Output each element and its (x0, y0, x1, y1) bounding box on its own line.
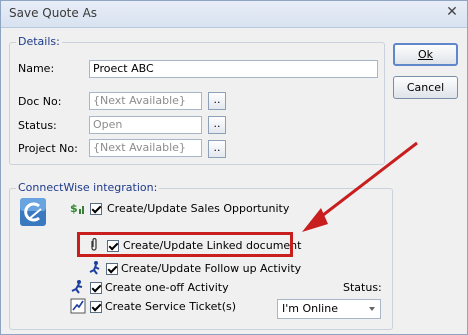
dollar-icon: $ (70, 202, 84, 215)
doc-no-input[interactable]: {Next Available} (89, 92, 202, 110)
service-ticket-checkbox[interactable] (90, 301, 102, 313)
close-icon[interactable]: ✕ (445, 5, 459, 19)
project-no-input[interactable]: {Next Available} (89, 139, 202, 157)
follow-up-activity-label[interactable]: Create/Update Follow up Activity (121, 262, 301, 275)
sales-opportunity-label[interactable]: Create/Update Sales Opportunity (107, 202, 289, 215)
project-no-browse-button[interactable]: .. (208, 140, 226, 158)
ok-button[interactable]: Ok (393, 43, 458, 66)
svg-text:$: $ (70, 202, 78, 215)
status-label: Status: (18, 119, 57, 132)
name-label: Name: (18, 62, 55, 75)
ticket-status-value: I'm Online (282, 302, 338, 315)
details-legend: Details: (16, 35, 62, 48)
service-ticket-label[interactable]: Create Service Ticket(s) (105, 300, 236, 313)
connectwise-logo-icon (20, 198, 46, 226)
ticket-graph-icon (70, 298, 86, 314)
project-no-label: Project No: (18, 142, 78, 155)
activity-icon (89, 261, 100, 275)
one-off-activity-label[interactable]: Create one-off Activity (105, 281, 229, 294)
follow-up-activity-checkbox[interactable] (106, 263, 118, 275)
title-bar[interactable]: Save Quote As ✕ (1, 1, 467, 28)
annotation-highlight-box (77, 232, 293, 257)
name-input[interactable]: Proect ABC (89, 60, 378, 78)
chevron-down-icon (369, 307, 375, 311)
cancel-button[interactable]: Cancel (393, 76, 458, 99)
sales-opportunity-checkbox[interactable] (90, 203, 102, 215)
ticket-status-select[interactable]: I'm Online (277, 299, 381, 319)
status-browse-button[interactable]: .. (208, 116, 226, 134)
doc-no-browse-button[interactable]: .. (208, 92, 226, 110)
running-person-icon (71, 280, 83, 294)
connectwise-legend: ConnectWise integration: (16, 181, 160, 194)
doc-no-label: Doc No: (18, 95, 62, 108)
cancel-button-label: Cancel (406, 81, 445, 94)
annotation-arrow-icon (302, 141, 418, 232)
status-input[interactable]: Open (89, 116, 202, 134)
window-title: Save Quote As (9, 6, 98, 20)
one-off-activity-checkbox[interactable] (90, 282, 102, 294)
ticket-status-label: Status: (343, 281, 382, 294)
ok-button-label: Ok (417, 48, 434, 61)
